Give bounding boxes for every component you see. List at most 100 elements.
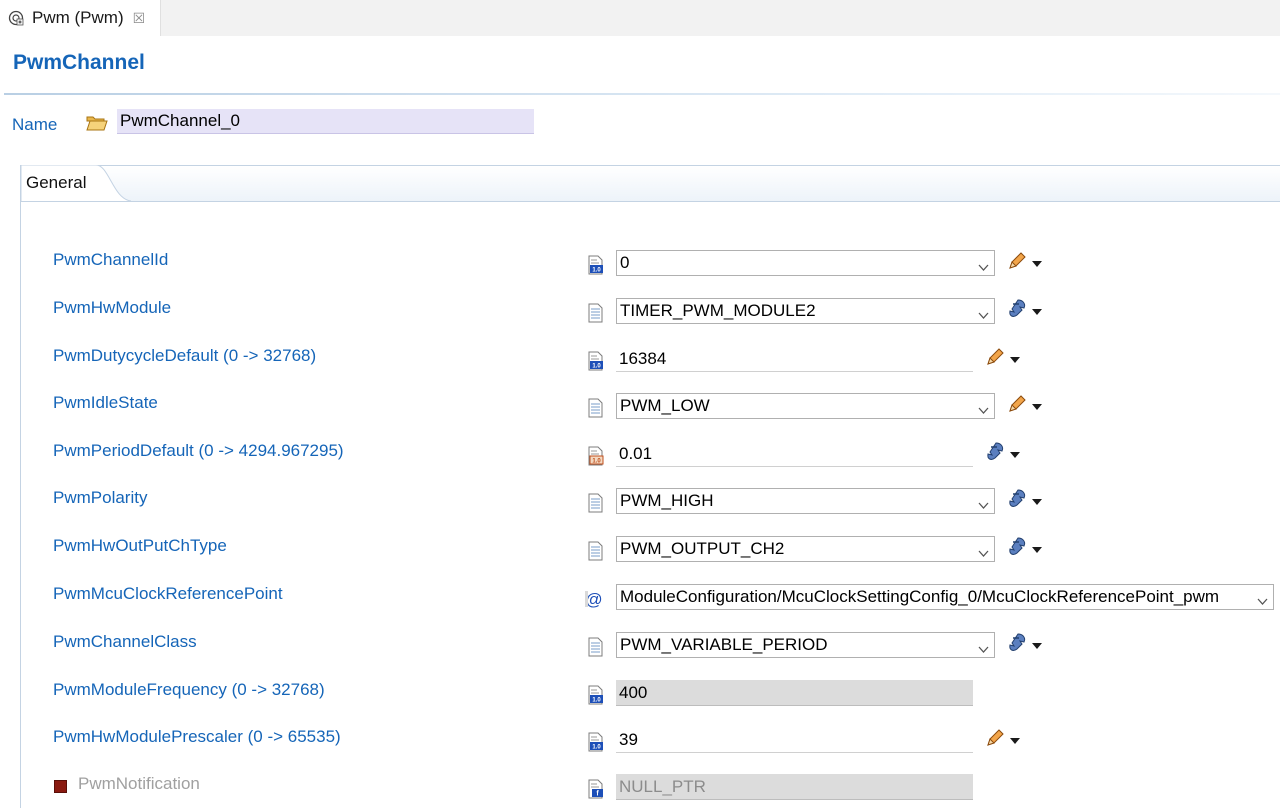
param-label: PwmNotification xyxy=(78,774,200,793)
section-header xyxy=(21,165,1280,202)
param-row: PwmHwModulePrescaler (0 -> 65535) 1.0 39 xyxy=(0,727,1280,757)
calculated-icon xyxy=(1006,488,1028,515)
user-defined-button[interactable] xyxy=(1006,394,1046,418)
param-select[interactable]: PWM_VARIABLE_PERIOD xyxy=(616,632,995,658)
user-defined-button[interactable] xyxy=(984,728,1024,752)
param-value: 16384 xyxy=(619,348,667,368)
chevron-down-icon[interactable] xyxy=(978,543,989,557)
chevron-down-icon[interactable] xyxy=(978,639,989,653)
param-value: 39 xyxy=(619,729,638,749)
dropdown-arrow-icon[interactable] xyxy=(1032,253,1042,273)
param-value: 0.01 xyxy=(619,443,653,463)
param-select[interactable]: 0 xyxy=(616,250,995,276)
dropdown-arrow-icon[interactable] xyxy=(1010,730,1020,750)
param-row: PwmMcuClockReferencePoint @ ModuleConfigur… xyxy=(0,584,1280,614)
param-label: PwmChannelId xyxy=(53,250,169,269)
svg-text:1.0: 1.0 xyxy=(592,698,601,704)
calculated-value-button[interactable] xyxy=(1006,536,1046,563)
tab-general[interactable]: General xyxy=(21,165,86,201)
param-value: PWM_VARIABLE_PERIOD xyxy=(620,635,828,654)
calculated-value-button[interactable] xyxy=(1006,632,1046,657)
pencil-icon xyxy=(1006,250,1028,277)
svg-text:1.0: 1.0 xyxy=(592,364,601,370)
function-param-icon: f xyxy=(586,779,606,799)
param-value: PWM_OUTPUT_CH2 xyxy=(620,539,785,558)
param-value: PWM_HIGH xyxy=(620,491,714,510)
optional-enable-checkbox[interactable] xyxy=(54,780,67,793)
param-input[interactable]: 0.01 xyxy=(616,441,973,467)
param-value: 400 xyxy=(619,682,648,702)
enum-param-icon xyxy=(586,493,606,513)
calculated-icon xyxy=(1006,298,1028,325)
dropdown-arrow-icon[interactable] xyxy=(1032,396,1042,416)
param-select[interactable]: PWM_LOW xyxy=(616,393,995,419)
enum-param-icon xyxy=(586,398,606,418)
calculated-value-button[interactable] xyxy=(1006,488,1046,515)
dropdown-arrow-icon[interactable] xyxy=(1010,349,1020,369)
svg-text:1.0: 1.0 xyxy=(592,745,601,751)
param-label: PwmPolarity xyxy=(53,488,148,507)
integer-param-icon: 1.0 xyxy=(586,732,606,752)
close-icon[interactable]: ☒ xyxy=(133,10,146,27)
chevron-down-icon[interactable] xyxy=(978,305,989,319)
dropdown-arrow-icon[interactable] xyxy=(1032,539,1042,559)
title-divider xyxy=(4,93,1280,95)
param-label: PwmModuleFrequency (0 -> 32768) xyxy=(53,680,325,699)
param-input: 400 xyxy=(616,680,973,706)
editor-tab-title: Pwm (Pwm) xyxy=(32,8,124,27)
name-label: Name xyxy=(12,115,58,134)
param-input[interactable]: 39 xyxy=(616,727,973,753)
param-select[interactable]: ModuleConfiguration/McuClockSettingConfi… xyxy=(616,584,1274,610)
module-config-icon xyxy=(8,10,24,26)
reference-param-icon: @ xyxy=(584,589,604,609)
calculated-value-button[interactable] xyxy=(984,441,1024,466)
dropdown-arrow-icon[interactable] xyxy=(1032,301,1042,321)
pencil-icon xyxy=(984,727,1006,754)
param-row: PwmDutycycleDefault (0 -> 32768) 1.0 16384 xyxy=(0,346,1280,376)
param-row: PwmChannelId 1.0 0 xyxy=(0,250,1280,280)
param-row: PwmHwModule TIMER_PWM_MODULE2 xyxy=(0,298,1280,328)
editor-tab-pwm[interactable]: Pwm (Pwm) ☒ xyxy=(0,0,161,36)
user-defined-button[interactable] xyxy=(1006,251,1046,275)
name-input[interactable] xyxy=(117,109,534,134)
param-row: PwmModuleFrequency (0 -> 32768) 1.0 400 xyxy=(0,680,1280,710)
float-param-icon: 1.0 xyxy=(586,446,606,466)
param-value: ModuleConfiguration/McuClockSettingConfi… xyxy=(620,587,1220,606)
dropdown-arrow-icon[interactable] xyxy=(1032,635,1042,655)
param-value: PWM_LOW xyxy=(620,396,710,415)
param-label: PwmHwModule xyxy=(53,298,172,317)
param-input[interactable]: 16384 xyxy=(616,346,973,372)
param-label: PwmMcuClockReferencePoint xyxy=(53,584,283,603)
chevron-down-icon[interactable] xyxy=(978,257,989,271)
chevron-down-icon[interactable] xyxy=(978,495,989,509)
folder-icon xyxy=(86,114,108,137)
svg-text:1.0: 1.0 xyxy=(592,459,601,465)
param-row: PwmHwOutPutChType PWM_OUTPUT_CH2 xyxy=(0,536,1280,566)
param-select[interactable]: PWM_OUTPUT_CH2 xyxy=(616,536,995,562)
param-row: PwmNotification f NULL_PTR xyxy=(0,774,1280,804)
param-row: PwmChannelClass PWM_VARIABLE_PERIOD xyxy=(0,632,1280,662)
param-value: TIMER_PWM_MODULE2 xyxy=(620,301,816,320)
pencil-icon xyxy=(1006,393,1028,420)
param-label: PwmHwOutPutChType xyxy=(53,536,227,555)
param-label: PwmIdleState xyxy=(53,393,158,412)
dropdown-arrow-icon[interactable] xyxy=(1032,491,1042,511)
enum-param-icon xyxy=(586,303,606,323)
dropdown-arrow-icon[interactable] xyxy=(1010,444,1020,464)
integer-param-icon: 1.0 xyxy=(586,351,606,371)
enum-param-icon xyxy=(586,541,606,561)
calculated-icon xyxy=(1006,536,1028,563)
enum-param-icon xyxy=(586,637,606,657)
param-value: 0 xyxy=(620,253,630,272)
chevron-down-icon[interactable] xyxy=(978,400,989,414)
param-select[interactable]: PWM_HIGH xyxy=(616,488,995,514)
svg-text:1.0: 1.0 xyxy=(592,268,601,274)
chevron-down-icon[interactable] xyxy=(1257,591,1268,605)
integer-param-icon: 1.0 xyxy=(586,255,606,275)
param-label: PwmHwModulePrescaler (0 -> 65535) xyxy=(53,727,341,746)
param-select[interactable]: TIMER_PWM_MODULE2 xyxy=(616,298,995,324)
page-title: PwmChannel xyxy=(13,51,145,74)
param-label: PwmPeriodDefault (0 -> 4294.967295) xyxy=(53,441,344,460)
user-defined-button[interactable] xyxy=(984,347,1024,371)
calculated-value-button[interactable] xyxy=(1006,298,1046,325)
